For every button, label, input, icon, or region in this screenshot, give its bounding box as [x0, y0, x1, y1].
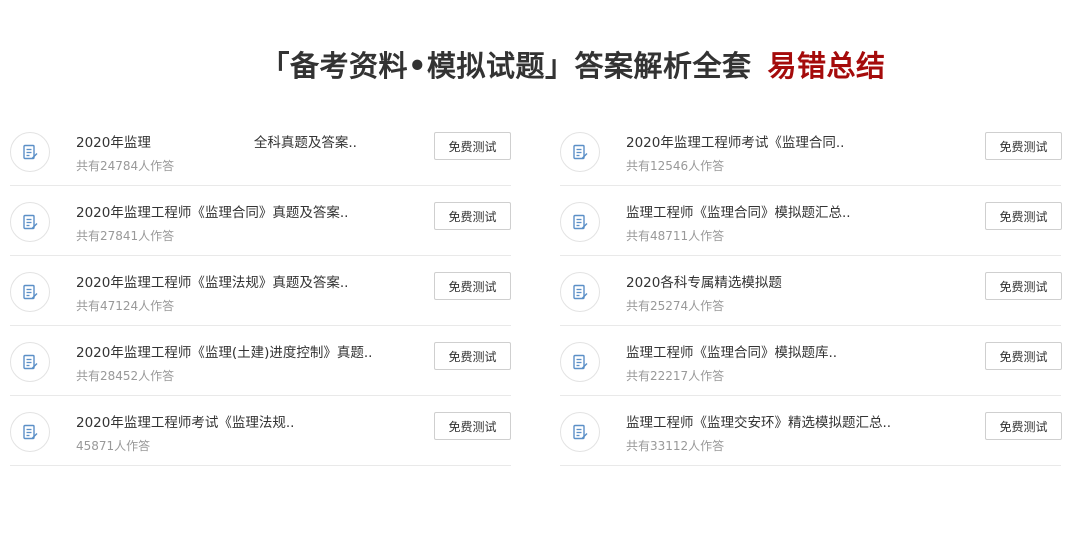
list-item: 监理工程师《监理合同》模拟题汇总.. 共有48711人作答 免费测试	[560, 186, 1062, 256]
list-item: 2020年监理工程师《监理合同》真题及答案.. 共有27841人作答 免费测试	[10, 186, 511, 256]
answer-count: 45871人作答	[76, 439, 151, 453]
exam-title[interactable]: 2020年监理工程师《监理法规》真题及答案..	[76, 274, 348, 292]
edit-document-icon	[10, 132, 50, 172]
exam-title[interactable]: 2020年监理工程师《监理合同》真题及答案..	[76, 204, 348, 222]
title-main: 「备考资料•模拟试题」答案解析全套	[260, 49, 752, 83]
list-item: 监理工程师《监理交安环》精选模拟题汇总.. 共有33112人作答 免费测试	[560, 396, 1062, 466]
exam-title[interactable]: 2020年监理工程师考试《监理合同..	[626, 134, 844, 152]
free-test-button[interactable]: 免费测试	[985, 132, 1062, 160]
list-item: 2020年监理工程师《监理(土建)进度控制》真题.. 共有28452人作答 免费…	[10, 326, 511, 396]
edit-document-icon	[560, 342, 600, 382]
edit-document-icon	[560, 132, 600, 172]
title-accent: 易错总结	[767, 49, 886, 83]
answer-count: 共有28452人作答	[76, 369, 175, 383]
free-test-button[interactable]: 免费测试	[985, 412, 1062, 440]
answer-count: 共有33112人作答	[626, 439, 725, 453]
list-item: 监理工程师《监理合同》模拟题库.. 共有22217人作答 免费测试	[560, 326, 1062, 396]
exam-title[interactable]: 2020年监理工程师《监理(土建)进度控制》真题..	[76, 344, 372, 362]
page-title: 「备考资料•模拟试题」答案解析全套 易错总结	[0, 44, 1078, 88]
answer-count: 共有48711人作答	[626, 229, 725, 243]
edit-document-icon	[10, 202, 50, 242]
free-test-button[interactable]: 免费测试	[985, 202, 1062, 230]
answer-count: 共有25274人作答	[626, 299, 725, 313]
free-test-button[interactable]: 免费测试	[434, 132, 511, 160]
exam-title[interactable]: 监理工程师《监理合同》模拟题汇总..	[626, 204, 851, 222]
list-item: 2020各科专属精选模拟题 共有25274人作答 免费测试	[560, 256, 1062, 326]
exam-list-left: 2020年监理 全科真题及答案.. 共有24784人作答 免费测试 2020年监…	[10, 116, 511, 466]
list-item: 2020年监理工程师《监理法规》真题及答案.. 共有47124人作答 免费测试	[10, 256, 511, 326]
list-item: 2020年监理工程师考试《监理法规.. 45871人作答 免费测试	[10, 396, 511, 466]
exam-title[interactable]: 2020年监理工程师考试《监理法规..	[76, 414, 294, 432]
edit-document-icon	[10, 342, 50, 382]
exam-title[interactable]: 2020年监理 全科真题及答案..	[76, 134, 357, 152]
edit-document-icon	[560, 202, 600, 242]
exam-title[interactable]: 监理工程师《监理交安环》精选模拟题汇总..	[626, 414, 891, 432]
answer-count: 共有12546人作答	[626, 159, 725, 173]
exam-title[interactable]: 监理工程师《监理合同》模拟题库..	[626, 344, 837, 362]
answer-count: 共有24784人作答	[76, 159, 175, 173]
answer-count: 共有47124人作答	[76, 299, 175, 313]
free-test-button[interactable]: 免费测试	[434, 272, 511, 300]
free-test-button[interactable]: 免费测试	[985, 342, 1062, 370]
list-item: 2020年监理 全科真题及答案.. 共有24784人作答 免费测试	[10, 116, 511, 186]
free-test-button[interactable]: 免费测试	[434, 412, 511, 440]
edit-document-icon	[10, 272, 50, 312]
free-test-button[interactable]: 免费测试	[434, 342, 511, 370]
edit-document-icon	[560, 412, 600, 452]
list-item: 2020年监理工程师考试《监理合同.. 共有12546人作答 免费测试	[560, 116, 1062, 186]
edit-document-icon	[10, 412, 50, 452]
free-test-button[interactable]: 免费测试	[985, 272, 1062, 300]
answer-count: 共有27841人作答	[76, 229, 175, 243]
exam-list-right: 2020年监理工程师考试《监理合同.. 共有12546人作答 免费测试 监理工程…	[560, 116, 1062, 466]
free-test-button[interactable]: 免费测试	[434, 202, 511, 230]
answer-count: 共有22217人作答	[626, 369, 725, 383]
edit-document-icon	[560, 272, 600, 312]
exam-title[interactable]: 2020各科专属精选模拟题	[626, 274, 782, 292]
